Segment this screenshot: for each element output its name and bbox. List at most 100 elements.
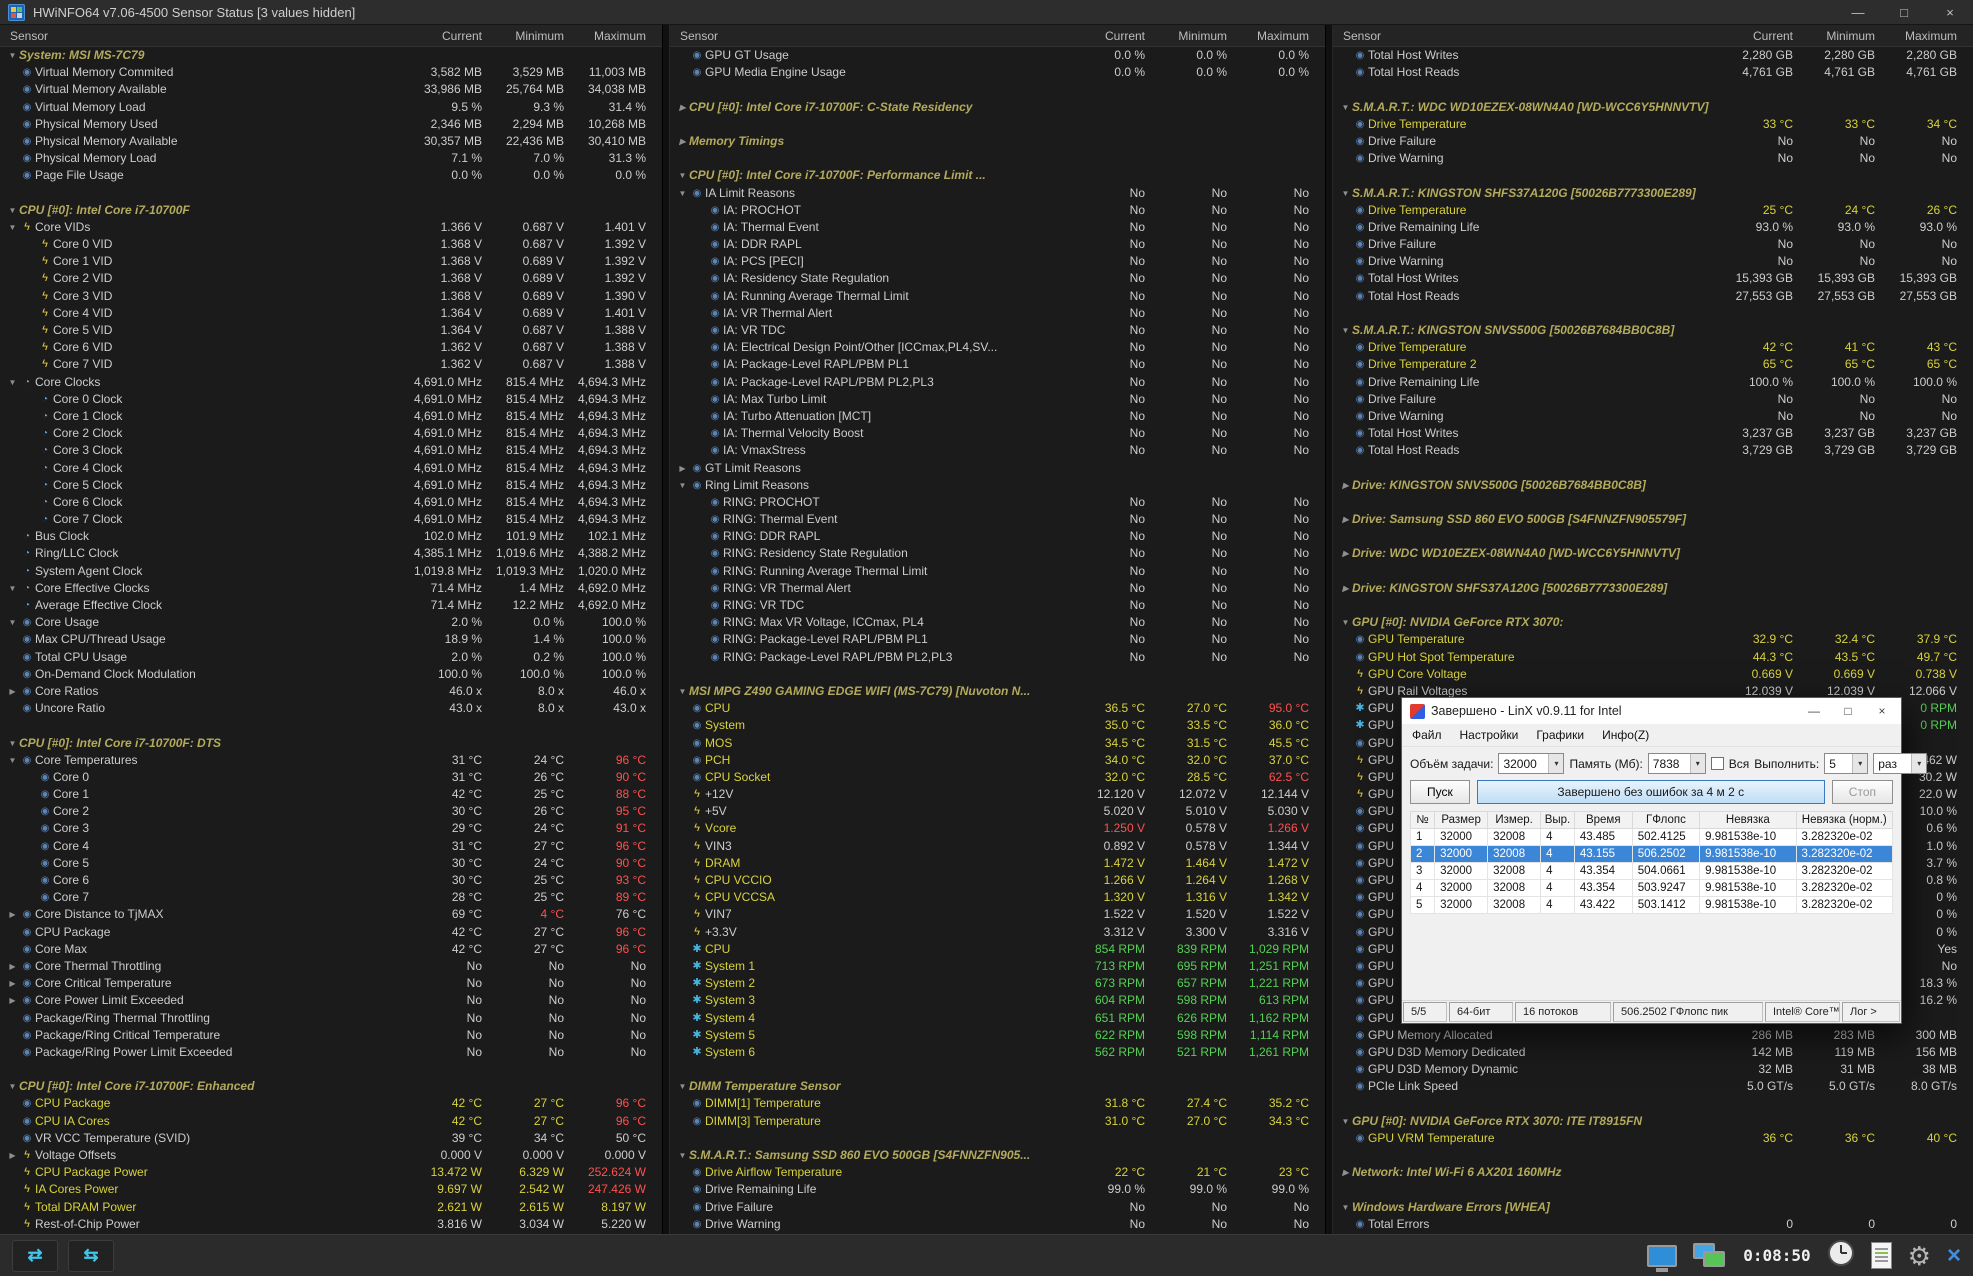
- result-column-header[interactable]: Выр.: [1541, 812, 1575, 829]
- sensor-row[interactable]: ◉IA: Max Turbo LimitNoNoNo: [670, 391, 1325, 408]
- expand-arrow-icon[interactable]: ▼: [6, 1078, 19, 1095]
- expand-arrow-icon[interactable]: ▼: [676, 477, 689, 494]
- sensor-group-row[interactable]: ▼CPU [#0]: Intel Core i7-10700F: Perform…: [670, 167, 1325, 184]
- sensor-row[interactable]: ◉Drive WarningNoNoNo: [1333, 253, 1973, 270]
- panel-splitter[interactable]: [1325, 25, 1333, 1234]
- clock-icon-button[interactable]: [1827, 1239, 1855, 1272]
- sensor-row[interactable]: ◉Physical Memory Load7.1 %7.0 %31.3 %: [0, 150, 662, 167]
- sensor-row[interactable]: ϟ+5V5.020 V5.010 V5.030 V: [670, 803, 1325, 820]
- sensor-row[interactable]: ◔Average Effective Clock71.4 MHz12.2 MHz…: [0, 597, 662, 614]
- sensor-row[interactable]: ◔Core 3 Clock4,691.0 MHz815.4 MHz4,694.3…: [0, 442, 662, 459]
- collapse-arrow-icon[interactable]: ▶: [6, 958, 19, 975]
- column-header-current[interactable]: Current: [1063, 29, 1145, 43]
- sensor-row[interactable]: ◉Uncore Ratio43.0 x8.0 x43.0 x: [0, 700, 662, 717]
- sensor-row[interactable]: ▶◉Core Distance to TjMAX69 °C4 °C76 °C: [0, 906, 662, 923]
- expand-arrow-icon[interactable]: ▼: [676, 1078, 689, 1095]
- sensor-group-row[interactable]: ▼CPU [#0]: Intel Core i7-10700F: Enhance…: [0, 1078, 662, 1095]
- sensor-row[interactable]: ϟGPU Core Voltage0.669 V0.669 V0.738 V: [1333, 666, 1973, 683]
- sensor-row[interactable]: ◉GPU Temperature32.9 °C32.4 °C37.9 °C: [1333, 631, 1973, 648]
- sensor-row[interactable]: ◔Core 1 Clock4,691.0 MHz815.4 MHz4,694.3…: [0, 408, 662, 425]
- sensor-row[interactable]: ◉Core 530 °C24 °C90 °C: [0, 855, 662, 872]
- sensor-row[interactable]: ◉On-Demand Clock Modulation100.0 %100.0 …: [0, 666, 662, 683]
- sensor-row[interactable]: ◔Core 4 Clock4,691.0 MHz815.4 MHz4,694.3…: [0, 460, 662, 477]
- expand-arrow-icon[interactable]: ▼: [676, 1147, 689, 1164]
- sensor-row[interactable]: ◉CPU IA Cores42 °C27 °C96 °C: [0, 1113, 662, 1130]
- sensor-row[interactable]: ◉Virtual Memory Commited3,582 MB3,529 MB…: [0, 64, 662, 81]
- sensor-row[interactable]: ✱System 3604 RPM598 RPM613 RPM: [670, 992, 1325, 1009]
- sensor-row[interactable]: ▼◔Core Effective Clocks71.4 MHz1.4 MHz4,…: [0, 580, 662, 597]
- sensor-row[interactable]: ϟCore 2 VID1.368 V0.689 V1.392 V: [0, 270, 662, 287]
- sensor-row[interactable]: ◉IA: Package-Level RAPL/PBM PL2,PL3NoNoN…: [670, 374, 1325, 391]
- sensor-group-row[interactable]: ▶Drive: KINGSTON SHFS37A120G [50026B7773…: [1333, 580, 1973, 597]
- sensor-row[interactable]: ◔Core 6 Clock4,691.0 MHz815.4 MHz4,694.3…: [0, 494, 662, 511]
- sensor-row[interactable]: ϟCPU VCCSA1.320 V1.316 V1.342 V: [670, 889, 1325, 906]
- sensor-row[interactable]: ◉Core 031 °C26 °C90 °C: [0, 769, 662, 786]
- sensor-row[interactable]: ✱System 5622 RPM598 RPM1,114 RPM: [670, 1027, 1325, 1044]
- close-button[interactable]: ×: [1927, 0, 1973, 25]
- sensor-row[interactable]: ◉IA: PROCHOTNoNoNo: [670, 202, 1325, 219]
- sensor-row[interactable]: ◉Package/Ring Critical TemperatureNoNoNo: [0, 1027, 662, 1044]
- sensor-row[interactable]: ◉Package/Ring Power Limit ExceededNoNoNo: [0, 1044, 662, 1061]
- sensor-row[interactable]: ▼◉Core Usage2.0 %0.0 %100.0 %: [0, 614, 662, 631]
- sensor-row[interactable]: ◉Drive Temperature33 °C33 °C34 °C: [1333, 116, 1973, 133]
- sensor-group-row[interactable]: ▼Windows Hardware Errors [WHEA]: [1333, 1199, 1973, 1216]
- expand-arrow-icon[interactable]: ▼: [6, 219, 19, 236]
- sensor-group-row[interactable]: ▶Memory Timings: [670, 133, 1325, 150]
- sensor-row[interactable]: ◉Drive FailureNoNoNo: [670, 1199, 1325, 1216]
- maximize-button[interactable]: □: [1881, 0, 1927, 25]
- collapse-arrow-icon[interactable]: ▶: [1339, 580, 1352, 597]
- sensor-row[interactable]: ◉System35.0 °C33.5 °C36.0 °C: [670, 717, 1325, 734]
- sensor-row[interactable]: ◉Max CPU/Thread Usage18.9 %1.4 %100.0 %: [0, 631, 662, 648]
- collapse-arrow-icon[interactable]: ▶: [1339, 545, 1352, 562]
- sensor-row[interactable]: ✱System 4651 RPM626 RPM1,162 RPM: [670, 1010, 1325, 1027]
- expand-arrow-icon[interactable]: ▼: [1339, 1199, 1352, 1216]
- sensor-row[interactable]: ◔Bus Clock102.0 MHz101.9 MHz102.1 MHz: [0, 528, 662, 545]
- sensor-row[interactable]: ✱System 6562 RPM521 RPM1,261 RPM: [670, 1044, 1325, 1061]
- sensor-row[interactable]: ϟCore 0 VID1.368 V0.687 V1.392 V: [0, 236, 662, 253]
- collapse-arrow-icon[interactable]: ▶: [1339, 477, 1352, 494]
- expand-arrow-icon[interactable]: ▼: [676, 167, 689, 184]
- sensor-row[interactable]: ◉RING: Thermal EventNoNoNo: [670, 511, 1325, 528]
- sensor-row[interactable]: ◉Drive FailureNoNoNo: [1333, 391, 1973, 408]
- sensor-row[interactable]: ◉Core 728 °C25 °C89 °C: [0, 889, 662, 906]
- sensor-row[interactable]: ◉IA: Turbo Attenuation [MCT]NoNoNo: [670, 408, 1325, 425]
- sensor-row[interactable]: ✱CPU854 RPM839 RPM1,029 RPM: [670, 941, 1325, 958]
- sensor-row[interactable]: ◉IA: DDR RAPLNoNoNo: [670, 236, 1325, 253]
- sensor-row[interactable]: ◉MOS34.5 °C31.5 °C45.5 °C: [670, 735, 1325, 752]
- column-header-maximum[interactable]: Maximum: [1227, 29, 1309, 43]
- result-row[interactable]: 23200032008443.155506.25029.981538e-103.…: [1411, 846, 1893, 863]
- memory-select[interactable]: 7838 ▾: [1648, 753, 1706, 774]
- linx-menu-item[interactable]: Графики: [1536, 728, 1584, 742]
- sensor-row[interactable]: ◔Core 0 Clock4,691.0 MHz815.4 MHz4,694.3…: [0, 391, 662, 408]
- sensor-row[interactable]: ϟVIN71.522 V1.520 V1.522 V: [670, 906, 1325, 923]
- sensor-row[interactable]: ◉IA: Residency State RegulationNoNoNo: [670, 270, 1325, 287]
- linx-maximize-button[interactable]: □: [1831, 698, 1865, 724]
- sensor-row[interactable]: ◉Drive WarningNoNoNo: [1333, 408, 1973, 425]
- expand-arrow-icon[interactable]: ▼: [1339, 99, 1352, 116]
- sensor-row[interactable]: ◉Virtual Memory Available33,986 MB25,764…: [0, 81, 662, 98]
- sensor-row[interactable]: ◔Core 2 Clock4,691.0 MHz815.4 MHz4,694.3…: [0, 425, 662, 442]
- stop-button[interactable]: Стоп: [1832, 780, 1893, 804]
- sensor-row[interactable]: ◉Drive WarningNoNoNo: [670, 1216, 1325, 1233]
- column-header-minimum[interactable]: Minimum: [482, 29, 564, 43]
- sensor-row[interactable]: ϟCore 3 VID1.368 V0.689 V1.390 V: [0, 288, 662, 305]
- sensor-row[interactable]: ▼◉IA Limit ReasonsNoNoNo: [670, 185, 1325, 202]
- report-button[interactable]: [1871, 1242, 1892, 1269]
- sensor-row[interactable]: ✱System 1713 RPM695 RPM1,251 RPM: [670, 958, 1325, 975]
- column-header-maximum[interactable]: Maximum: [1875, 29, 1957, 43]
- sensor-row[interactable]: ◔System Agent Clock1,019.8 MHz1,019.3 MH…: [0, 563, 662, 580]
- collapse-arrow-icon[interactable]: ▶: [6, 906, 19, 923]
- sensor-group-row[interactable]: ▼DIMM Temperature Sensor: [670, 1078, 1325, 1095]
- sensor-group-row[interactable]: ▶Network: Intel Wi-Fi 6 AX201 160MHz: [1333, 1164, 1973, 1181]
- sensor-row[interactable]: ◉Drive FailureNoNoNo: [1333, 133, 1973, 150]
- sensor-row[interactable]: ◉IA: Thermal Velocity BoostNoNoNo: [670, 425, 1325, 442]
- linx-menu-item[interactable]: Настройки: [1460, 728, 1519, 742]
- sensor-group-row[interactable]: ▼S.M.A.R.T.: KINGSTON SNVS500G [50026B76…: [1333, 322, 1973, 339]
- result-column-header[interactable]: Размер: [1435, 812, 1488, 829]
- expand-arrow-icon[interactable]: ▼: [6, 47, 19, 64]
- sensor-group-row[interactable]: ▶Drive: Samsung SSD 860 EVO 500GB [S4FNN…: [1333, 511, 1973, 528]
- sensor-row[interactable]: ◉GPU Memory Allocated286 MB283 MB300 MB: [1333, 1027, 1973, 1044]
- sensor-row[interactable]: ◉IA: Thermal EventNoNoNo: [670, 219, 1325, 236]
- expand-arrow-icon[interactable]: ▼: [6, 752, 19, 769]
- panel-splitter[interactable]: [662, 25, 670, 1234]
